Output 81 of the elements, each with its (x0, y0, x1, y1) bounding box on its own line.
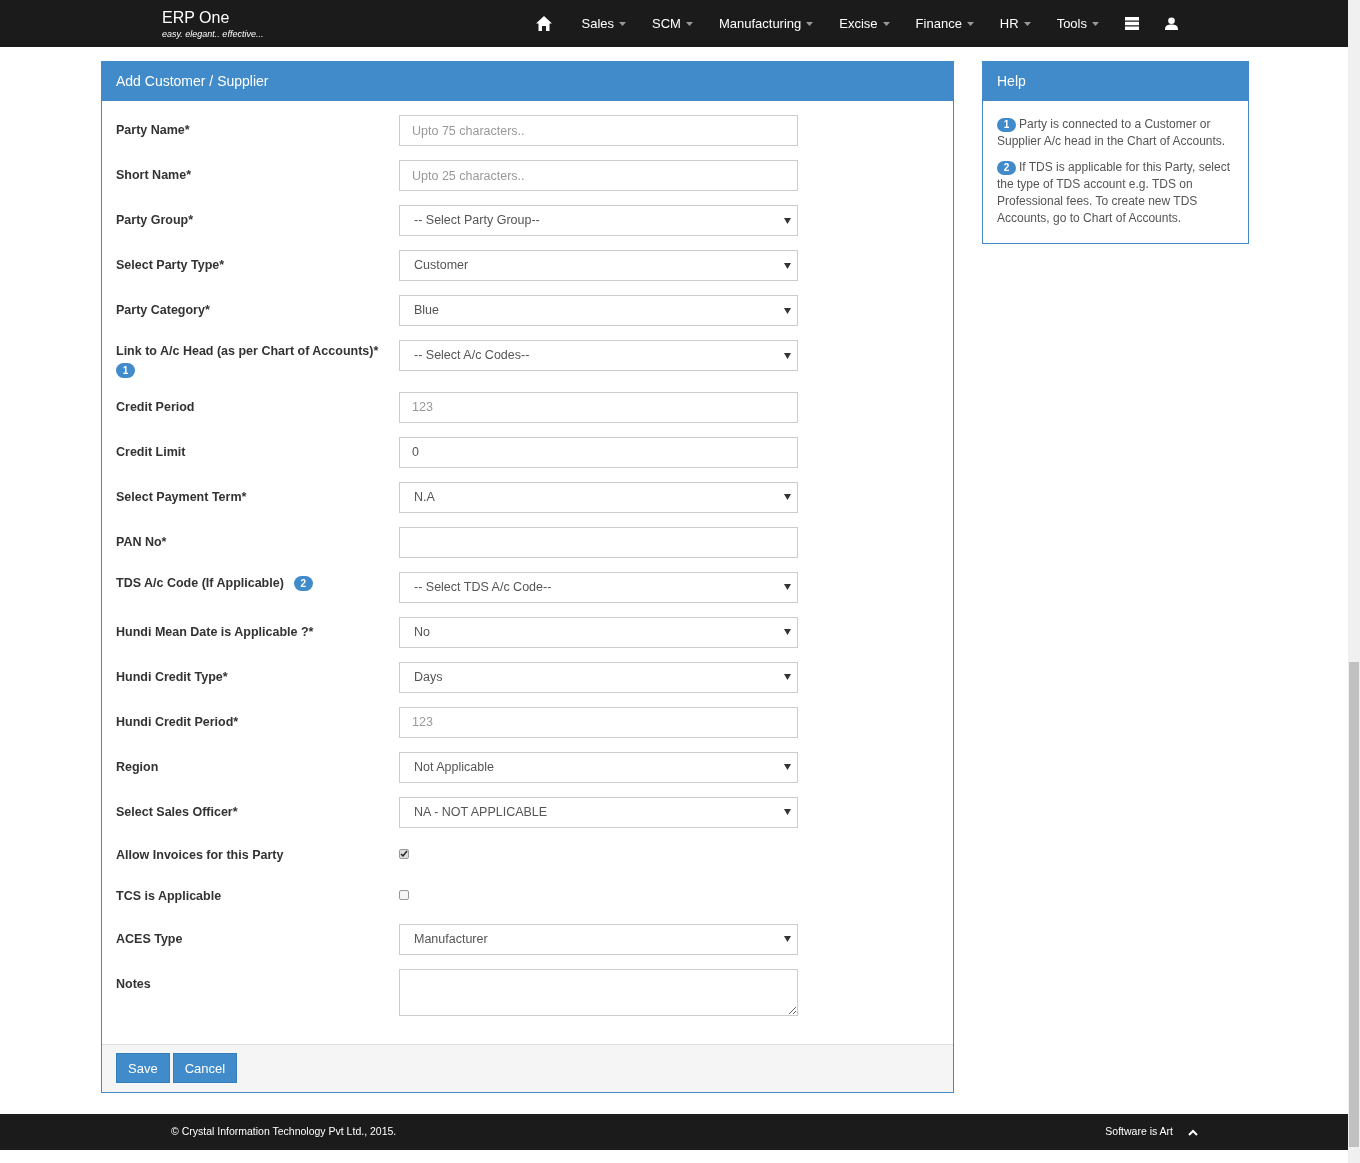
caret-icon (806, 21, 814, 26)
chevron-up-icon[interactable] (1188, 1128, 1198, 1136)
select-dropdown[interactable]: -- Select A/c Codes-- (399, 340, 798, 371)
brand-tagline: easy. elegant.. effective... (162, 27, 264, 40)
text-field[interactable]: 123 (399, 391, 798, 423)
text-field[interactable] (399, 526, 798, 558)
field-label: TDS A/c Code (If Applicable) (116, 574, 284, 592)
caret-icon (784, 674, 791, 681)
field-label: Link to A/c Head (as per Chart of Accounts)* (116, 343, 379, 360)
cancel-button[interactable]: Cancel (172, 1053, 238, 1084)
field-label: Party Group* (116, 213, 194, 227)
home-icon[interactable] (535, 16, 552, 31)
select-dropdown[interactable]: Customer (399, 250, 798, 281)
caret-icon (619, 21, 627, 26)
nav-menu[interactable]: Manufacturing (705, 13, 827, 34)
caret-icon (784, 809, 791, 816)
number-badge: 1 (116, 362, 135, 378)
select-dropdown[interactable]: No (399, 616, 798, 648)
field-label: Hundi Credit Type* (116, 669, 228, 684)
field-label: Region (116, 759, 159, 774)
caret-icon (685, 21, 693, 26)
help-text: 1 Party is connected to a Customer or Supplier A/c head in the Chart of Accounts. (997, 116, 1227, 150)
caret-icon (882, 21, 890, 26)
nav-menu[interactable]: HR (986, 13, 1044, 34)
scrollbar-thumb[interactable] (1349, 662, 1359, 1147)
field-label: Hundi Mean Date is Applicable ?* (116, 624, 314, 639)
copyright-text: © Crystal Information Technology Pvt Ltd., 2015. (171, 1124, 397, 1140)
caret-icon (784, 584, 791, 591)
nav-menu[interactable]: Excise (826, 13, 903, 34)
select-dropdown[interactable]: N.A (399, 481, 798, 513)
text-field[interactable]: 123 (399, 706, 798, 738)
field-label: Party Name* (116, 123, 190, 137)
checkbox[interactable] (399, 889, 409, 900)
nav-menu[interactable]: Sales (568, 13, 640, 34)
field-label: Credit Limit (116, 444, 186, 459)
nav-menu[interactable]: Finance (902, 13, 987, 34)
select-dropdown[interactable]: NA - NOT APPLICABLE (399, 796, 798, 828)
caret-icon (784, 764, 791, 771)
panel-title: Add Customer / Supplier (116, 72, 269, 91)
nav-menu[interactable]: Tools (1043, 13, 1112, 34)
field-label: Allow Invoices for this Party (116, 847, 284, 862)
caret-icon (966, 21, 974, 26)
help-text: 2 If TDS is applicable for this Party, select the type of TDS account e.g. TDS on Professional fees. To create new TDS Accounts, go to Chart of Accounts. (997, 159, 1231, 227)
select-dropdown[interactable]: Not Applicable (399, 751, 798, 783)
select-dropdown[interactable]: Manufacturer (399, 923, 798, 955)
field-label: Credit Period (116, 399, 195, 414)
number-badge: 2 (293, 575, 313, 591)
field-label: ACES Type (116, 931, 183, 946)
caret-icon (784, 262, 791, 269)
caret-icon (784, 217, 791, 224)
caret-icon (784, 307, 791, 314)
select-dropdown[interactable]: -- Select Party Group-- (399, 205, 798, 236)
field-label: Notes (116, 976, 151, 991)
field-label: Select Sales Officer* (116, 804, 238, 819)
text-field[interactable]: Upto 25 characters.. (399, 160, 798, 191)
field-label: Party Category* (116, 303, 210, 317)
caret-icon (1092, 21, 1099, 26)
text-field[interactable]: Upto 75 characters.. (399, 115, 798, 146)
checkbox[interactable] (399, 848, 409, 859)
brand-title[interactable]: ERP One (162, 7, 264, 28)
field-label: Short Name* (116, 168, 192, 182)
field-label: PAN No* (116, 534, 167, 549)
save-button[interactable]: Save (116, 1053, 170, 1084)
caret-icon (784, 936, 791, 943)
caret-icon (784, 352, 791, 359)
footer-tagline: Software is Art (1105, 1124, 1173, 1140)
select-dropdown[interactable]: Blue (399, 295, 798, 326)
field-label: Hundi Credit Period* (116, 714, 239, 729)
select-dropdown[interactable]: Days (399, 661, 798, 693)
user-icon[interactable] (1165, 17, 1178, 30)
caret-icon (784, 494, 791, 501)
caret-icon (1023, 21, 1031, 26)
panel-title: Help (997, 72, 1026, 91)
server-icon[interactable] (1125, 17, 1139, 30)
field-label: Select Payment Term* (116, 489, 247, 504)
select-dropdown[interactable]: -- Select TDS A/c Code-- (399, 571, 798, 603)
text-field[interactable]: 0 (399, 436, 798, 468)
field-label: Select Party Type* (116, 258, 225, 272)
nav-menu[interactable]: SCM (639, 13, 706, 34)
field-label: TCS is Applicable (116, 888, 222, 903)
caret-icon (784, 629, 791, 636)
